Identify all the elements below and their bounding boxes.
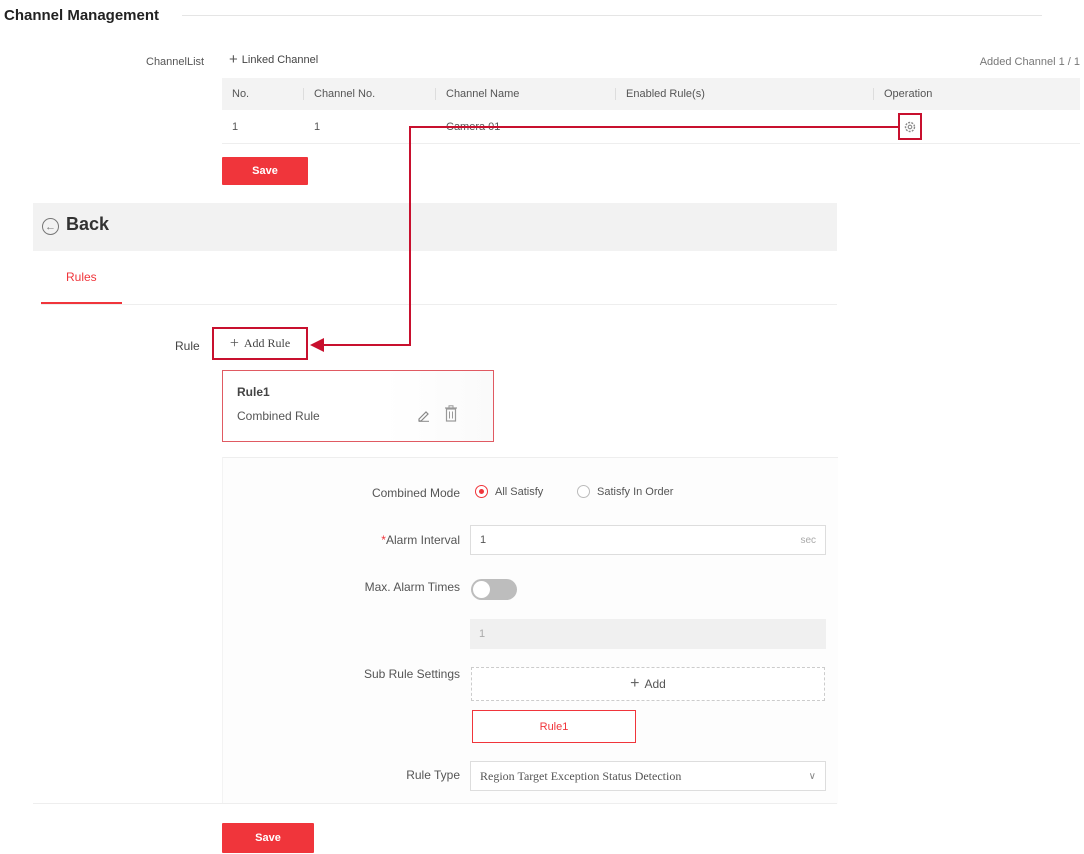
combined-mode-label: Combined Mode xyxy=(371,486,460,500)
save-button-top[interactable]: Save xyxy=(222,157,308,185)
table-row: 1 1 Camera 01 xyxy=(222,110,1080,144)
title-divider xyxy=(182,15,1042,16)
cell-channel-no: 1 xyxy=(304,110,436,144)
rule-label: Rule xyxy=(175,339,200,353)
column-header-channel-name: Channel Name xyxy=(436,78,616,110)
back-button[interactable]: Back xyxy=(66,214,109,235)
back-arrow-icon[interactable]: ← xyxy=(42,218,59,235)
page-title: Channel Management xyxy=(4,7,160,24)
tab-rules[interactable]: Rules xyxy=(66,270,97,284)
max-alarm-times-input: 1 xyxy=(470,619,826,649)
channel-table: No. Channel No. Channel Name Enabled Rul… xyxy=(222,78,1080,144)
gear-icon[interactable] xyxy=(898,113,922,140)
radio-all-satisfy-label: All Satisfy xyxy=(495,485,544,498)
alarm-interval-input[interactable]: 1 sec xyxy=(470,525,826,555)
trash-icon[interactable] xyxy=(444,405,458,427)
radio-all-satisfy[interactable]: All Satisfy xyxy=(475,485,543,498)
cell-no: 1 xyxy=(222,110,304,144)
rule-card-subtitle: Combined Rule xyxy=(237,409,320,423)
panel-bottom-divider xyxy=(33,803,837,804)
alarm-interval-value: 1 xyxy=(480,534,487,546)
cell-enabled-rules xyxy=(616,110,874,144)
alarm-interval-label-text: Alarm Interval xyxy=(385,533,460,547)
table-header-row: No. Channel No. Channel Name Enabled Rul… xyxy=(222,78,1080,110)
plus-icon: + xyxy=(630,675,640,692)
max-alarm-times-toggle[interactable] xyxy=(471,579,517,600)
add-sub-rule-label: Add xyxy=(644,677,666,691)
radio-unchecked-icon xyxy=(577,485,590,498)
rule-type-label: Rule Type xyxy=(406,768,460,782)
column-header-enabled-rules: Enabled Rule(s) xyxy=(616,78,874,110)
sub-rule-settings-label: Sub Rule Settings xyxy=(363,667,460,681)
added-channel-count: Added Channel 1 / 1 xyxy=(979,56,1080,68)
back-bar xyxy=(33,203,837,251)
linked-channel-button[interactable]: + Linked Channel xyxy=(229,51,319,68)
rule-card-title: Rule1 xyxy=(237,385,270,399)
radio-checked-icon xyxy=(475,485,488,498)
chevron-down-icon: ∨ xyxy=(808,770,816,782)
add-sub-rule-button[interactable]: + Add xyxy=(471,667,825,701)
edit-icon[interactable] xyxy=(417,408,431,427)
cell-channel-name: Camera 01 xyxy=(436,110,616,144)
alarm-interval-unit: sec xyxy=(800,534,816,546)
alarm-interval-label: *Alarm Interval xyxy=(260,533,460,547)
tabs-divider xyxy=(41,304,837,305)
channel-list-label: ChannelList xyxy=(146,56,205,68)
column-header-channel-no: Channel No. xyxy=(304,78,436,110)
save-button-bottom[interactable]: Save xyxy=(222,823,314,853)
rule-type-select[interactable]: Region Target Exception Status Detection… xyxy=(470,761,826,791)
column-header-no: No. xyxy=(222,78,304,110)
radio-satisfy-in-order[interactable]: Satisfy In Order xyxy=(577,485,673,498)
rule-type-value: Region Target Exception Status Detection xyxy=(480,768,682,783)
plus-icon: + xyxy=(229,51,238,68)
max-alarm-times-label: Max. Alarm Times xyxy=(364,580,460,594)
plus-icon: + xyxy=(229,334,239,352)
radio-satisfy-in-order-label: Satisfy In Order xyxy=(597,485,674,498)
add-rule-label: Add Rule xyxy=(243,336,291,350)
add-rule-button[interactable]: + Add Rule xyxy=(212,327,308,360)
linked-channel-label: Linked Channel xyxy=(241,53,319,66)
column-header-operation: Operation xyxy=(874,78,1080,110)
toggle-knob xyxy=(473,581,490,598)
sub-rule-item[interactable]: Rule1 xyxy=(472,710,636,743)
